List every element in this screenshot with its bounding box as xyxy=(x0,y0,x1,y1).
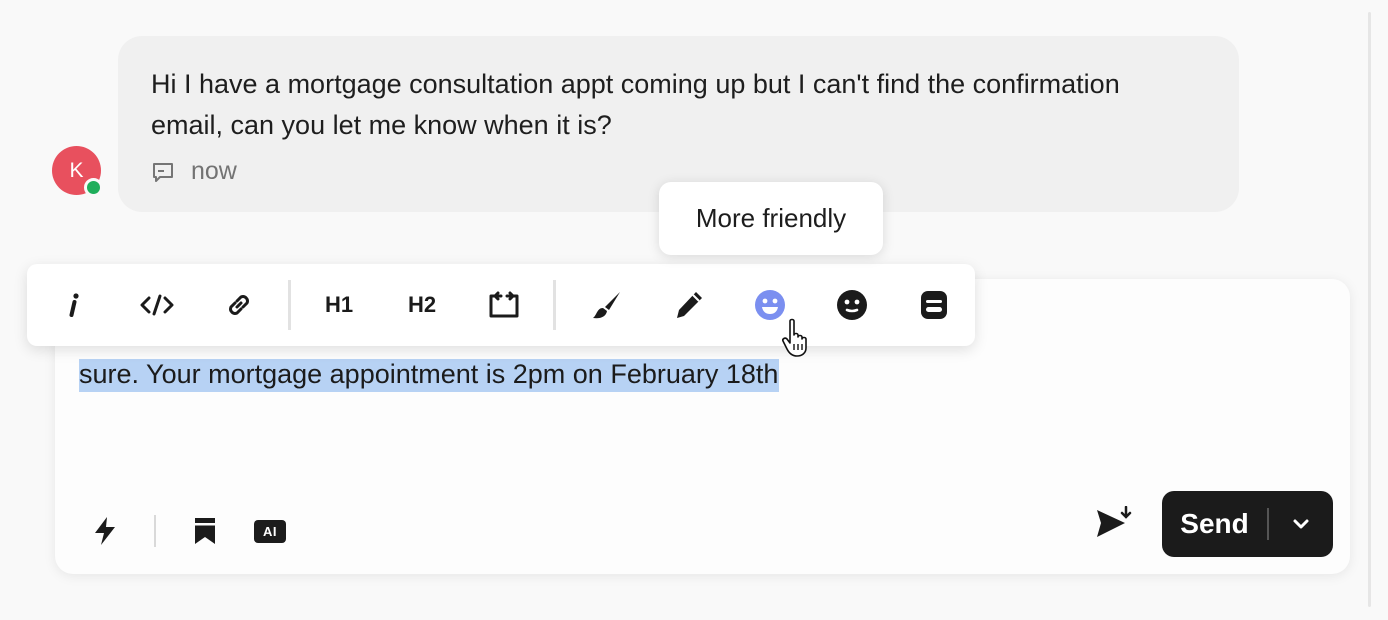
avatar[interactable]: K xyxy=(52,146,103,197)
summarize-button[interactable] xyxy=(909,280,959,330)
link-button[interactable] xyxy=(214,280,264,330)
heading1-button[interactable]: H1 xyxy=(314,280,364,330)
send-and-close-icon[interactable] xyxy=(1095,506,1135,542)
link-icon xyxy=(229,295,249,315)
code-block-button[interactable] xyxy=(479,280,529,330)
toolbar-divider xyxy=(288,280,291,330)
code-icon xyxy=(140,294,174,316)
message-meta: now xyxy=(151,157,237,186)
conversation-view: K Hi I have a mortgage consultation appt… xyxy=(0,0,1388,620)
reply-editor[interactable]: sure. Your mortgage appointment is 2pm o… xyxy=(79,355,780,393)
hand-cursor-icon xyxy=(782,318,807,357)
neutral-face-icon xyxy=(837,290,867,320)
send-button[interactable]: Send xyxy=(1162,491,1333,557)
send-options-dropdown[interactable] xyxy=(1269,518,1333,530)
chevron-down-icon xyxy=(1293,519,1309,529)
smiley-icon xyxy=(755,290,785,320)
lightning-icon[interactable] xyxy=(90,516,120,546)
code-block-icon xyxy=(489,291,519,318)
selected-draft-text[interactable]: sure. Your mortgage appointment is 2pm o… xyxy=(79,359,780,392)
avatar-initial: K xyxy=(69,158,84,182)
document-icon xyxy=(921,291,947,319)
heading2-button[interactable]: H2 xyxy=(397,280,447,330)
tooltip-more-friendly: More friendly xyxy=(659,182,883,255)
online-status-dot xyxy=(84,178,103,197)
message-timestamp: now xyxy=(191,157,237,185)
bookmark-icon[interactable] xyxy=(190,516,220,546)
more-formal-button[interactable] xyxy=(827,280,877,330)
rewrite-pencil-button[interactable] xyxy=(664,280,714,330)
code-button[interactable] xyxy=(132,280,182,330)
composer-actions-divider xyxy=(154,515,156,547)
formatting-toolbar: H1 H2 xyxy=(27,264,975,346)
ai-icon[interactable]: AI xyxy=(254,519,286,543)
message-text: Hi I have a mortgage consultation appt c… xyxy=(151,69,1120,140)
brush-icon xyxy=(593,292,620,319)
italic-button[interactable] xyxy=(49,280,99,330)
toolbar-divider xyxy=(553,280,556,330)
send-button-label: Send xyxy=(1180,508,1249,539)
style-brush-button[interactable] xyxy=(582,280,632,330)
scrollbar[interactable] xyxy=(1368,12,1371,607)
chat-bubble-icon xyxy=(153,162,173,182)
italic-icon xyxy=(69,293,79,317)
composer-actions: AI xyxy=(90,509,286,553)
pencil-icon xyxy=(677,292,702,318)
